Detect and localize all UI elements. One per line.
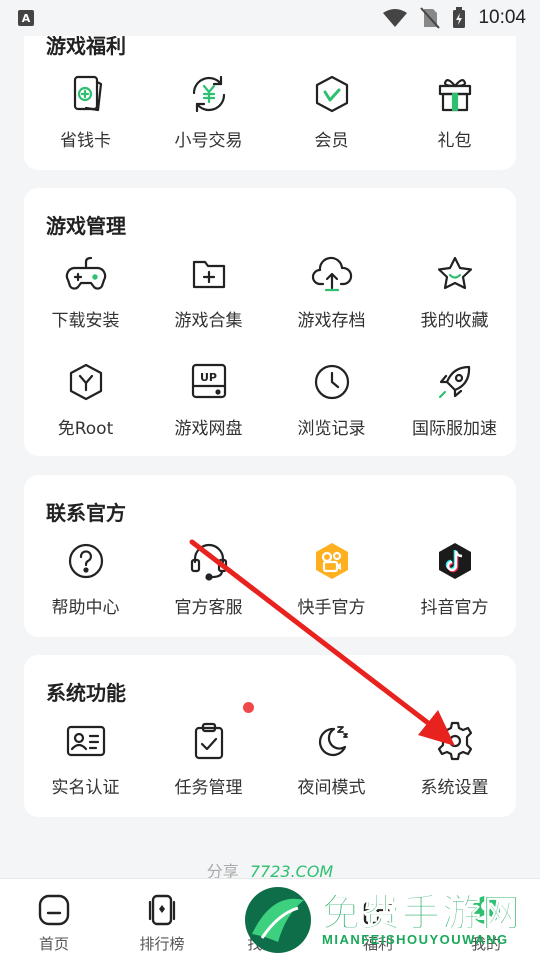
welfare-item-savings-card[interactable]: 省钱卡 (24, 72, 147, 151)
notification-dot (243, 702, 254, 713)
system-item-task-manager[interactable]: 任务管理 (147, 719, 270, 798)
help-icon (64, 539, 108, 583)
gm-item-save[interactable]: 游戏存档 (270, 252, 393, 331)
notification-icon: A (18, 10, 34, 26)
hexagon-y-icon (64, 360, 108, 404)
star-icon (433, 252, 477, 296)
clipboard-check-icon (187, 719, 231, 763)
yen-exchange-icon (187, 72, 231, 116)
gm-item-collection[interactable]: 游戏合集 (147, 252, 270, 331)
welfare-item-account-trade[interactable]: 小号交易 (147, 72, 270, 151)
battery-icon (453, 7, 466, 28)
cloud-drive-icon: UP (187, 360, 231, 404)
home-icon (38, 894, 70, 926)
game-management-card: 游戏管理 下载安装 游戏合集 游戏存档 我的收藏 免Root UP 游戏网盘 浏… (24, 188, 516, 456)
clock-icon (310, 360, 354, 404)
contact-item-kuaishou[interactable]: 快手官方 (270, 539, 393, 618)
id-card-icon (64, 719, 108, 763)
savings-card-icon (64, 72, 108, 116)
wifi-icon (383, 9, 408, 27)
gm-item-download[interactable]: 下载安装 (24, 252, 147, 331)
gift-icon (433, 72, 477, 116)
gm-item-accelerate[interactable]: 国际服加速 (393, 360, 516, 439)
folder-plus-icon (187, 252, 231, 296)
welfare-item-vip[interactable]: 会员 (270, 72, 393, 151)
ranking-icon (148, 894, 176, 926)
headset-icon (187, 539, 231, 583)
kuaishou-icon (310, 539, 354, 583)
watermark: 免费手游网 MIANFEISHOUYOUWANG (240, 878, 540, 960)
gm-item-cloud-drive[interactable]: UP 游戏网盘 (147, 360, 270, 439)
contact-card: 联系官方 帮助中心 官方客服 快手官方 抖音官方 (24, 475, 516, 637)
cloud-upload-icon (310, 252, 354, 296)
nav-ranking[interactable]: 排行榜 (108, 879, 216, 961)
watermark-title: 免费手游网 (321, 891, 523, 936)
status-time: 10:04 (478, 7, 526, 28)
nav-home[interactable]: 首页 (0, 879, 108, 961)
status-bar: A 10:04 (0, 0, 540, 36)
contact-item-douyin[interactable]: 抖音官方 (393, 539, 516, 618)
gm-item-no-root[interactable]: 免Root (24, 360, 147, 439)
system-item-settings[interactable]: 系统设置 (393, 719, 516, 798)
system-title: 系统功能 (46, 681, 126, 705)
douyin-icon (433, 539, 477, 583)
system-item-real-name[interactable]: 实名认证 (24, 719, 147, 798)
welfare-item-gift[interactable]: 礼包 (393, 72, 516, 151)
contact-item-help[interactable]: 帮助中心 (24, 539, 147, 618)
svg-text:UP: UP (200, 371, 217, 384)
settings-icon (433, 719, 477, 763)
system-card: 系统功能 实名认证 任务管理 夜间模式 系统设置 (24, 655, 516, 817)
vip-shield-icon (310, 72, 354, 116)
contact-title: 联系官方 (46, 501, 126, 525)
no-sim-icon (420, 7, 441, 29)
gm-item-history[interactable]: 浏览记录 (270, 360, 393, 439)
gamepad-icon (64, 252, 108, 296)
gm-item-favorites[interactable]: 我的收藏 (393, 252, 516, 331)
system-item-night-mode[interactable]: 夜间模式 (270, 719, 393, 798)
contact-item-customer-service[interactable]: 官方客服 (147, 539, 270, 618)
moon-icon (310, 719, 354, 763)
watermark-logo-icon (245, 887, 311, 953)
watermark-subtitle: MIANFEISHOUYOUWANG (322, 932, 509, 947)
game-management-title: 游戏管理 (46, 214, 126, 238)
rocket-icon (433, 360, 477, 404)
